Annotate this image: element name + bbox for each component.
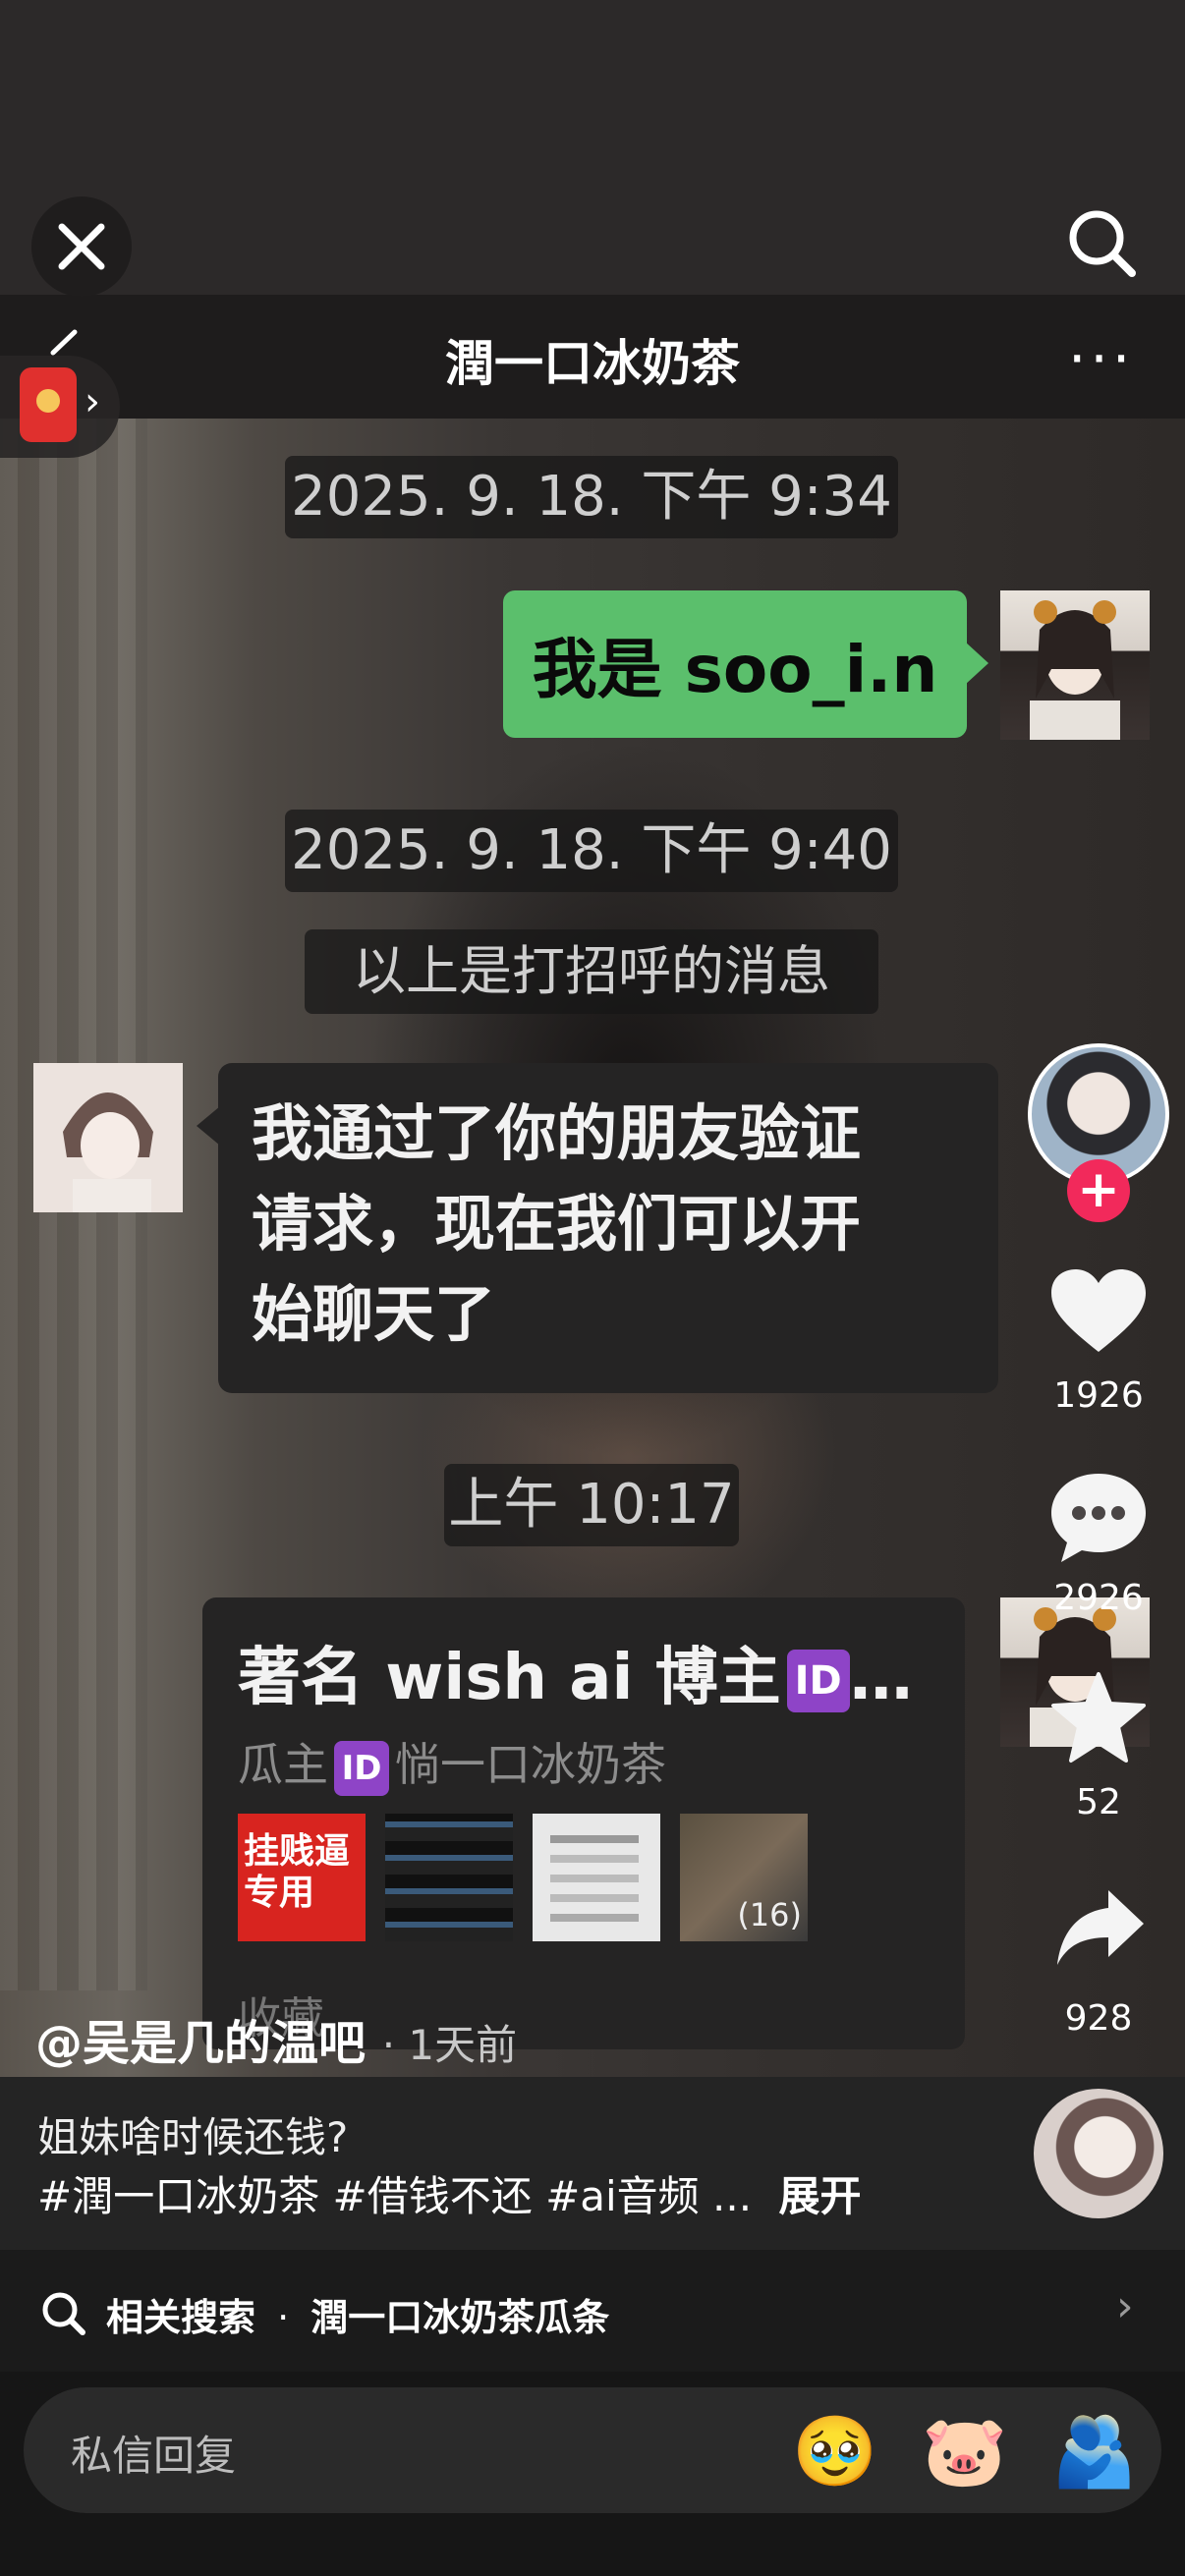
share-count: 928	[1064, 1998, 1133, 2039]
timestamp: 上午 10:17	[444, 1464, 739, 1546]
heart-icon[interactable]	[1049, 1267, 1148, 1356]
close-icon	[58, 223, 105, 270]
message-line: 始聊天了	[252, 1278, 496, 1350]
music-avatar[interactable]	[1034, 2089, 1163, 2218]
close-button[interactable]	[31, 196, 132, 297]
thumbnail-text: 专用	[244, 1873, 315, 1913]
received-message-bubble[interactable]: 我通过了你的朋友验证 请求，现在我们可以开 始聊天了	[197, 1063, 998, 1393]
card-title-text: 著名 wish ai 博主	[238, 1642, 781, 1714]
author-line: @吴是几的温吧 · 1天前	[35, 2004, 517, 2073]
related-search-text[interactable]: 相关搜索 · 潤一口冰奶茶瓜条	[106, 2287, 609, 2341]
id-badge-icon: ID	[334, 1740, 389, 1796]
pleading-emoji-icon[interactable]: 🥹	[792, 2409, 877, 2493]
chevron-right-icon: ›	[85, 379, 100, 424]
timestamp: 2025. 9. 18. 下午 9:34	[285, 456, 898, 538]
card-thumbnail: (16)	[680, 1814, 808, 1941]
star-icon[interactable]	[1049, 1670, 1148, 1764]
pig-emoji-icon[interactable]: 🐷	[922, 2409, 1007, 2493]
hug-emoji-icon[interactable]: 🫂	[1051, 2409, 1137, 2493]
system-note: 以上是打招呼的消息	[305, 929, 878, 1014]
envelope-seal	[36, 389, 60, 413]
card-title-ellipsis: …	[849, 1642, 913, 1714]
like-count: 1926	[1053, 1375, 1144, 1416]
author-name[interactable]: @吴是几的温吧	[35, 2016, 366, 2071]
related-search-dot: ·	[277, 2296, 290, 2339]
card-thumbnail	[385, 1814, 513, 1941]
favorite-count: 52	[1076, 1782, 1121, 1822]
expand-link[interactable]: 展开	[778, 2172, 861, 2220]
search-icon	[42, 2292, 85, 2335]
card-sub-prefix: 瓜主	[238, 1738, 328, 1791]
sent-message-bubble[interactable]: 我是 soo_i.n	[503, 590, 988, 738]
avatar-portrait	[1030, 600, 1120, 740]
card-subtitle: 瓜主 ID 惝一口冰奶茶	[238, 1729, 666, 1796]
thumbnail-text: 挂贱逼	[244, 1831, 351, 1872]
my-avatar[interactable]	[1000, 590, 1150, 740]
follow-button[interactable]: +	[1067, 1159, 1130, 1222]
comment-icon[interactable]	[1047, 1470, 1150, 1566]
caption-text: 姐妹啥时候还钱?	[37, 2113, 349, 2161]
share-icon[interactable]	[1053, 1886, 1148, 1969]
comment-count: 2926	[1053, 1578, 1144, 1618]
card-thumbnail	[533, 1814, 660, 1941]
id-badge-icon: ID	[786, 1650, 850, 1713]
caption-hashtags: #潤一口冰奶茶 #借钱不还 #ai音频 ... 展开	[37, 2163, 861, 2223]
card-thumbnail: 挂贱逼 专用	[238, 1814, 366, 1941]
top-band	[0, 0, 1185, 295]
card-sub-name: 惝一口冰奶茶	[395, 1738, 666, 1791]
message-line: 请求，现在我们可以开	[252, 1188, 862, 1260]
related-search-query: 潤一口冰奶茶瓜条	[310, 2296, 610, 2339]
more-options-icon[interactable]: ···	[1068, 330, 1134, 387]
chat-title: 潤一口冰奶茶	[445, 335, 740, 392]
card-title: 著名 wish ai 博主 ID…	[238, 1627, 913, 1717]
post-time: · 1天前	[381, 2021, 518, 2069]
shared-chat-record-card[interactable]: 著名 wish ai 博主 ID… 瓜主 ID 惝一口冰奶茶 挂贱逼 专用 (16) …	[202, 1597, 965, 2049]
message-line: 我通过了你的朋友验证	[252, 1097, 862, 1169]
hashtag-list[interactable]: #潤一口冰奶茶 #借钱不还 #ai音频 ...	[37, 2172, 752, 2220]
avatar-portrait	[33, 1063, 183, 1212]
chevron-right-icon[interactable]: ›	[1116, 2281, 1134, 2331]
friend-avatar[interactable]	[33, 1063, 183, 1212]
search-icon	[1069, 210, 1136, 277]
related-search-label: 相关搜索	[106, 2296, 256, 2339]
search-button[interactable]	[1063, 204, 1142, 283]
timestamp: 2025. 9. 18. 下午 9:40	[285, 810, 898, 892]
reply-placeholder: 私信回复	[71, 2432, 237, 2480]
red-packet-widget[interactable]: ›	[0, 356, 120, 458]
thumbnail-count: (16)	[737, 1896, 802, 1933]
